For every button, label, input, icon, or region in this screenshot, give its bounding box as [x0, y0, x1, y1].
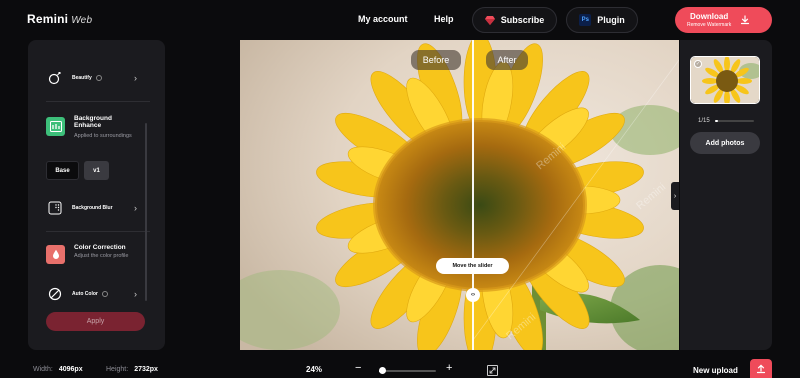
- background-blur-label: Background Blur: [72, 205, 113, 211]
- info-icon[interactable]: [95, 75, 102, 81]
- top-bar: Remini Web My account Help Subscribe Ps P…: [0, 0, 800, 40]
- color-correction-desc: Adjust the color profile: [74, 253, 129, 259]
- logo-text: Remini: [27, 12, 69, 26]
- plugin-button[interactable]: Ps Plugin: [566, 7, 638, 33]
- diamond-icon: [484, 16, 495, 25]
- download-sublabel: Remove Watermark: [687, 21, 732, 28]
- divider: [46, 101, 150, 102]
- chevron-right-icon[interactable]: ›: [134, 203, 137, 213]
- tools-scrollbar[interactable]: [145, 123, 147, 301]
- tool-beautify[interactable]: Beautify: [46, 69, 102, 87]
- photo-progress-fill: [715, 120, 718, 122]
- auto-color-label: Auto Color: [72, 291, 98, 297]
- zoom-level: 24%: [306, 365, 323, 374]
- tool-auto-color[interactable]: Auto Color: [46, 285, 108, 303]
- zoom-slider-knob[interactable]: [378, 367, 386, 374]
- info-icon[interactable]: [101, 291, 108, 297]
- download-label: Download: [690, 11, 729, 21]
- plugin-label: Plugin: [597, 15, 625, 25]
- compare-divider[interactable]: [472, 40, 474, 350]
- zoom-in-button[interactable]: +: [446, 362, 452, 374]
- background-enhance-title: Background Enhance: [74, 115, 112, 130]
- chevron-right-icon[interactable]: ›: [134, 73, 137, 83]
- upload-icon: [756, 363, 766, 373]
- photos-panel: ✓ 1/15 Add photos: [680, 40, 772, 350]
- selected-check-icon: ✓: [694, 60, 702, 68]
- height-label: Height:: [106, 366, 129, 373]
- background-enhance-icon: [46, 117, 65, 136]
- color-correction-icon: [46, 245, 65, 264]
- background-enhance-desc: Applied to surroundings: [74, 133, 132, 139]
- height-readout: Height: 2732px: [106, 366, 158, 373]
- my-account-link[interactable]: My account: [358, 14, 408, 24]
- logo-subtext: Web: [71, 15, 93, 26]
- new-upload-button[interactable]: [750, 359, 772, 378]
- tools-panel: Beautify › Background Enhance Applied to…: [28, 40, 165, 350]
- photo-counter: 1/15: [698, 118, 710, 124]
- color-correction-title: Color Correction: [74, 244, 126, 251]
- before-tag: Before: [411, 50, 461, 70]
- subscribe-button[interactable]: Subscribe: [472, 7, 557, 33]
- auto-color-icon: [46, 285, 64, 303]
- subscribe-label: Subscribe: [500, 15, 545, 25]
- collapse-panel-toggle[interactable]: ›: [671, 182, 679, 210]
- tool-background-blur[interactable]: Background Blur: [46, 199, 113, 217]
- image-compare-viewer[interactable]: Remini Remini Remini Before After Move t…: [240, 40, 679, 350]
- width-label: Width:: [33, 366, 53, 373]
- zoom-slider[interactable]: [378, 367, 436, 374]
- sunflower-photo: Remini Remini Remini: [240, 40, 679, 350]
- width-value: 4096px: [58, 366, 83, 373]
- compare-slider-handle[interactable]: ‹›: [466, 288, 480, 302]
- help-link[interactable]: Help: [434, 14, 454, 24]
- photoshop-icon: Ps: [579, 14, 592, 26]
- add-photos-button[interactable]: Add photos: [690, 132, 760, 154]
- divider: [46, 231, 150, 232]
- chevron-right-icon[interactable]: ›: [134, 289, 137, 299]
- width-readout: Width: 4096px: [33, 366, 83, 373]
- mode-v1-button[interactable]: v1: [84, 161, 109, 180]
- logo[interactable]: Remini Web: [27, 12, 92, 26]
- photo-progress-track: [715, 120, 754, 122]
- after-tag: After: [486, 50, 528, 70]
- photo-thumbnail[interactable]: ✓: [690, 56, 760, 104]
- beautify-icon: [46, 69, 64, 87]
- background-blur-icon: [46, 199, 64, 217]
- fit-screen-icon[interactable]: [487, 365, 498, 376]
- apply-button[interactable]: Apply: [46, 312, 145, 331]
- mode-base-button[interactable]: Base: [46, 161, 79, 180]
- beautify-label: Beautify: [72, 75, 92, 81]
- height-value: 2732px: [134, 366, 158, 373]
- new-upload-label: New upload: [693, 366, 738, 375]
- download-button[interactable]: Download Remove Watermark: [675, 7, 772, 33]
- download-icon: [741, 15, 750, 25]
- slider-hint: Move the slider: [436, 258, 509, 274]
- zoom-out-button[interactable]: −: [355, 362, 361, 374]
